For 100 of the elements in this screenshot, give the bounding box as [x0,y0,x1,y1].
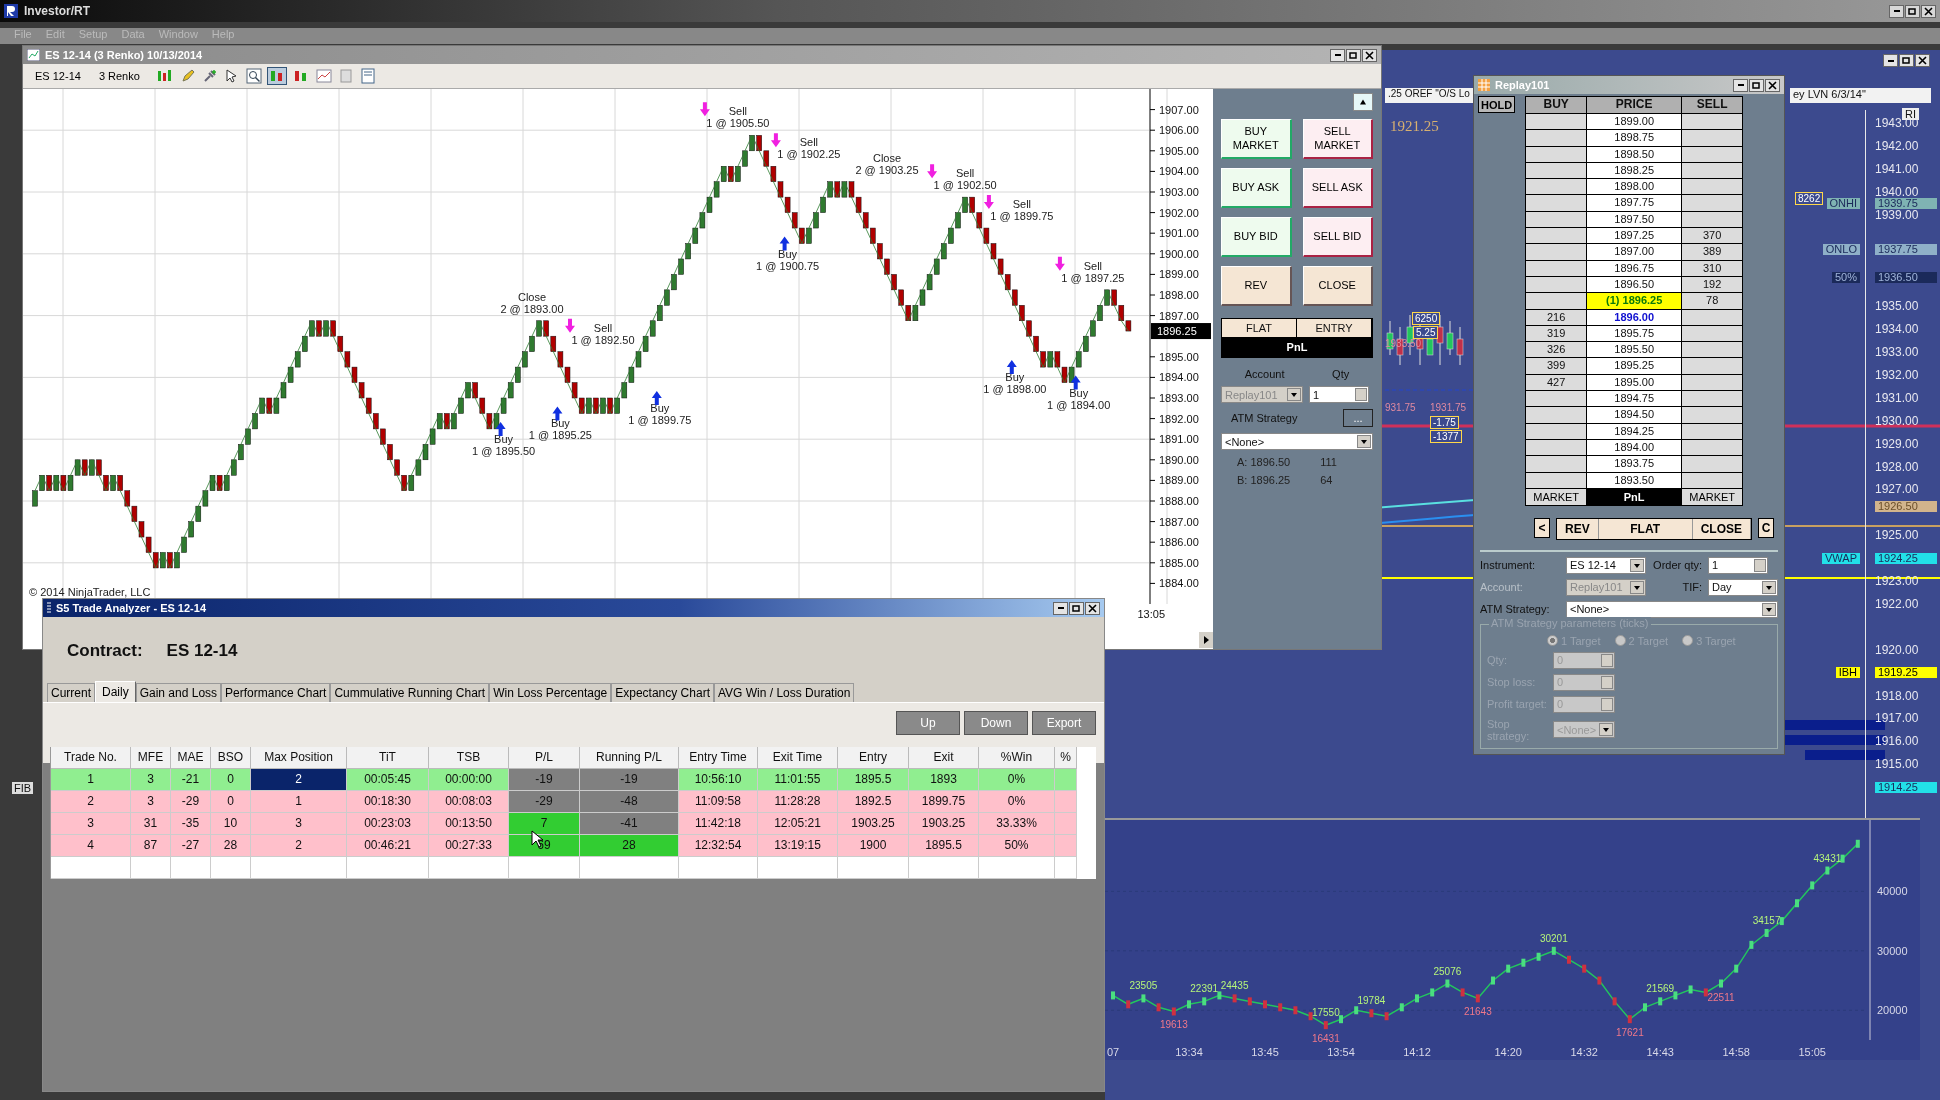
order-button[interactable]: BUY ASK [1221,168,1292,208]
trade-label: 1 @ 1902.25 [777,148,841,161]
atm-strategy-dropdown[interactable]: <None> [1566,600,1778,618]
market-sell-button[interactable]: MARKET [1682,488,1743,505]
data-label: 22511 [1707,991,1735,1003]
pnl-cell: PnL [1222,337,1372,357]
sell-cell[interactable]: 192 [1682,276,1743,293]
order-button[interactable]: BUY MARKET [1221,119,1292,159]
price-cell[interactable]: 1897.75 [1587,195,1682,211]
sell-cell[interactable]: 389 [1682,244,1743,260]
chart-note: 1933.50 [1385,338,1422,349]
order-button[interactable]: SELL ASK [1302,168,1373,208]
axis-label: 1931.00 [1875,391,1919,404]
axis-label: 1941.00 [1875,162,1919,175]
price-cell[interactable]: 1896.75 [1587,260,1682,276]
tab[interactable]: Current [47,683,95,702]
price-cell[interactable]: 1895.50 [1587,342,1682,358]
qty-spinner[interactable]: 1 [1309,386,1369,403]
price-cell[interactable]: 1896.00 [1587,309,1682,325]
trade-label: 1 @ 1892.50 [571,333,635,346]
table-cell: 00:46:21 [347,835,429,857]
action-button[interactable]: FLAT [1598,518,1693,539]
table-cell: 3 [131,791,171,813]
tab[interactable]: Win Loss Percentage [489,683,612,702]
sell-cell[interactable]: 78 [1682,293,1743,309]
price-cell[interactable]: 1893.50 [1587,472,1682,488]
price-cell[interactable]: 1894.50 [1587,407,1682,423]
price-cell[interactable]: 1898.75 [1587,130,1682,146]
order-qty-spinner[interactable]: 1 [1708,556,1768,574]
price-cell[interactable]: 1897.25 [1587,228,1682,244]
price-cell[interactable]: (1) 1896.25 [1587,293,1682,309]
axis-label: 1900.00 [1159,247,1199,260]
tab[interactable]: Performance Chart [221,683,331,702]
axis-label: 1886.00 [1159,536,1199,549]
field-label: Account: [1480,581,1524,594]
price-cell[interactable]: 1894.75 [1587,391,1682,407]
price-cell[interactable]: 1898.25 [1587,162,1682,179]
price-cell[interactable]: 1894.00 [1587,439,1682,456]
tab[interactable]: Cummulative Running Chart [330,683,490,702]
tab[interactable]: Gain and Loss [135,683,222,702]
sell-cell[interactable]: 370 [1682,228,1743,244]
tab[interactable]: Daily [95,681,136,702]
table-cell: 00:08:03 [429,791,509,813]
tif-dropdown[interactable]: Day [1708,578,1778,596]
axis-label: 1943.00 [1875,117,1919,129]
order-button[interactable]: SELL MARKET [1302,119,1373,159]
action-button[interactable]: < [1534,517,1550,538]
market-buy-button[interactable]: MARKET [1526,488,1587,505]
action-button[interactable]: C [1758,517,1774,538]
buy-cell[interactable]: 399 [1526,358,1587,374]
price-cell[interactable]: 1897.00 [1587,244,1682,260]
price-tag: 1937.75 [1875,243,1937,255]
table-cell: 0 [211,769,251,791]
price-cell[interactable]: 1895.75 [1587,325,1682,342]
instrument-dropdown[interactable]: ES 12-14 [1566,556,1646,574]
level-tag: ONLO [1822,243,1860,255]
hold-button[interactable]: HOLD [1478,96,1516,113]
price-cell[interactable]: 1898.50 [1587,146,1682,162]
price-cell[interactable]: 1898.00 [1587,179,1682,195]
axis-label: 1916.00 [1875,735,1919,748]
copyright-text: © 2014 NinjaTrader, LLC [29,586,151,598]
atm-strategy-dropdown[interactable]: <None> [1221,433,1373,450]
trade-label: 1 @ 1900.75 [756,259,820,272]
order-button[interactable]: BUY BID [1221,217,1292,257]
buy-cell[interactable]: 427 [1526,374,1587,391]
more-button[interactable]: ... [1343,409,1373,427]
price-tag: 1924.25 [1875,552,1937,564]
buy-cell[interactable]: 326 [1526,342,1587,358]
trade-label: 1 @ 1905.50 [706,117,770,130]
action-button[interactable]: CLOSE [1692,518,1751,539]
trade-label: Sell [728,105,748,118]
tab[interactable]: Expectancy Chart [611,683,714,702]
period-dropdown[interactable]: 3 Renko [96,70,150,82]
price-cell[interactable]: 1895.00 [1587,374,1682,391]
price-cell[interactable]: 1896.50 [1587,276,1682,293]
tab[interactable]: AVG Win / Loss Duration [713,683,855,702]
buy-cell[interactable]: 216 [1526,309,1587,325]
app-title: Investor/RT [24,4,90,18]
position-cell: FLAT [1222,319,1297,337]
table-cell: 0% [979,769,1055,791]
price-cell[interactable]: 1893.75 [1587,456,1682,472]
data-label: 17550 [1311,1007,1340,1019]
data-label: 19613 [1159,1019,1188,1031]
price-cell[interactable]: 1895.25 [1587,358,1682,374]
window-title: ES 12-14 (3 Renko) 10/13/2014 [45,49,203,61]
order-button[interactable]: REV [1221,266,1292,306]
sell-cell[interactable]: 310 [1682,260,1743,276]
column-header: BSO [211,747,251,769]
buy-cell[interactable]: 319 [1526,325,1587,342]
data-label: 21569 [1646,983,1675,995]
order-button[interactable]: SELL BID [1302,217,1373,257]
action-button[interactable]: REV [1557,518,1599,539]
order-button[interactable]: CLOSE [1302,266,1373,306]
field-label: TIF: [1681,581,1702,594]
price-cell[interactable]: 1897.50 [1587,211,1682,228]
column-header: Entry [838,747,909,769]
price-cell[interactable]: 1899.00 [1587,114,1682,130]
instrument-dropdown[interactable]: ES 12-14 [33,70,91,82]
price-cell[interactable]: 1894.25 [1587,423,1682,439]
axis-label: 14:58 [1722,1046,1750,1058]
